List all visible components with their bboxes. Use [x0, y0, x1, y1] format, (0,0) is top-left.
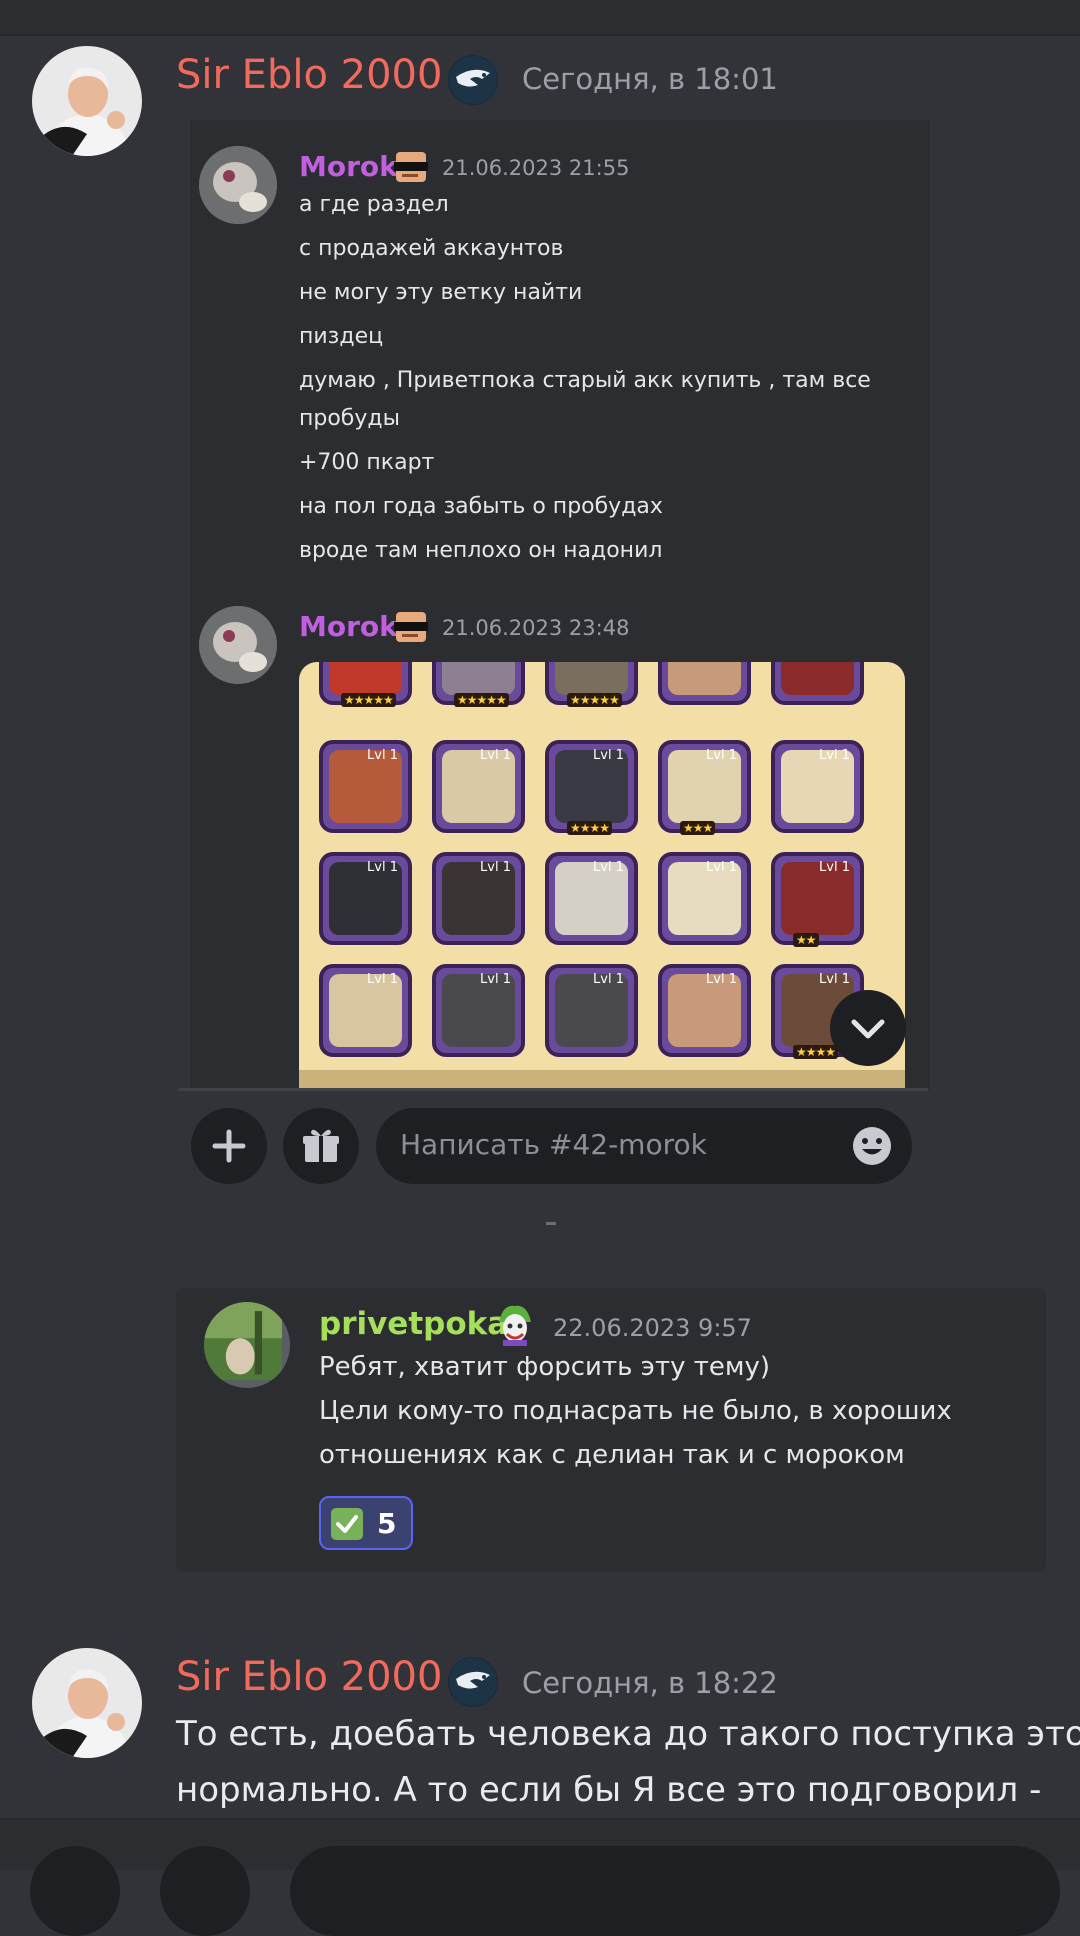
- message-line: вроде там неплохо он надонил: [299, 538, 663, 563]
- add-button[interactable]: [30, 1846, 120, 1936]
- avatar[interactable]: [204, 1302, 290, 1388]
- level-label: Lvl 1: [367, 748, 398, 763]
- avatar[interactable]: [199, 606, 277, 684]
- level-label: Lvl 1: [706, 972, 737, 987]
- timestamp: Сегодня, в 18:01: [522, 62, 778, 96]
- hero-slot: Lvl 1: [432, 740, 525, 833]
- message-line: нормально. А то если бы Я все это подгов…: [176, 1770, 1042, 1810]
- level-label: Lvl 1: [593, 860, 624, 875]
- level-label: Lvl 1: [819, 748, 850, 763]
- input-placeholder: Написать #42-morok: [400, 1128, 707, 1161]
- level-label: Lvl 1: [593, 748, 624, 763]
- hero-slot: Lvl 1: [545, 852, 638, 945]
- scroll-down-button[interactable]: [830, 990, 906, 1066]
- author-name[interactable]: Sir Eblo 2000: [176, 52, 442, 98]
- message-line: Цели кому-то поднасрать не было, в хорош…: [319, 1396, 952, 1426]
- avatar[interactable]: [32, 1648, 142, 1758]
- checkmark-icon: [331, 1508, 363, 1540]
- message-line: думаю , Приветпока старый акк купить , т…: [299, 368, 871, 393]
- sunglasses-icon: [392, 150, 430, 184]
- hero-slot: Lvl 1 ★★: [771, 852, 864, 947]
- sunglasses-icon: [392, 610, 430, 644]
- bottom-input-bar: [0, 1818, 1080, 1936]
- divider: [546, 1222, 556, 1225]
- timestamp: 21.06.2023 21:55: [442, 156, 630, 180]
- level-label: Lvl 1: [706, 748, 737, 763]
- message-line: Ребят, хватит форсить эту тему): [319, 1352, 771, 1382]
- gift-button[interactable]: [160, 1846, 250, 1936]
- message-line: пробуды: [299, 406, 400, 431]
- level-label: Lvl 1: [367, 860, 398, 875]
- plus-icon: [212, 1129, 246, 1163]
- author-name[interactable]: Sir Eblo 2000: [176, 1654, 442, 1700]
- hero-slot: ★★★★★: [545, 662, 638, 707]
- smile-icon[interactable]: [852, 1126, 892, 1166]
- hero-slot: ★★★★★: [319, 662, 412, 707]
- level-label: Lvl 1: [819, 860, 850, 875]
- timestamp: Сегодня, в 18:22: [522, 1666, 778, 1700]
- eagle-badge-icon: [448, 55, 498, 105]
- message-line: пиздец: [299, 324, 384, 349]
- avatar[interactable]: [199, 146, 277, 224]
- hero-slot: Lvl 1: [432, 964, 525, 1057]
- author-name[interactable]: Morok: [299, 150, 398, 183]
- level-label: Lvl 1: [480, 860, 511, 875]
- hero-slot: Lvl 1: [319, 852, 412, 945]
- level-label: Lvl 1: [480, 748, 511, 763]
- author-name[interactable]: Morok: [299, 610, 398, 643]
- gift-button[interactable]: [283, 1108, 359, 1184]
- level-label: Lvl 1: [593, 972, 624, 987]
- image-strip: [299, 1070, 905, 1088]
- timestamp: 22.06.2023 9:57: [553, 1314, 752, 1342]
- avatar[interactable]: [32, 46, 142, 156]
- joker-icon: [493, 1302, 537, 1346]
- timestamp: 21.06.2023 23:48: [442, 616, 630, 640]
- gift-icon: [303, 1129, 339, 1162]
- level-label: Lvl 1: [706, 860, 737, 875]
- reaction-button[interactable]: 5: [319, 1496, 413, 1550]
- message-line: на пол года забыть о пробудах: [299, 494, 663, 519]
- level-label: Lvl 1: [480, 972, 511, 987]
- message-line: +700 пкарт: [299, 450, 435, 475]
- hero-slot: Lvl 1 ★★★★: [545, 740, 638, 835]
- hero-slot: Lvl 1: [658, 964, 751, 1057]
- message-line: отношениях как с делиан так и с мороком: [319, 1440, 905, 1470]
- chevron-down-icon: [851, 1019, 885, 1039]
- level-label: Lvl 1: [819, 972, 850, 987]
- hero-slot: Lvl 1: [771, 740, 864, 833]
- attached-image[interactable]: ★★★★★ ★★★★★ ★★★★★ Lvl 1 Lvl 1 Lvl 1 ★★★★ …: [299, 662, 905, 1088]
- hero-slot: [658, 662, 751, 705]
- message-line: с продажей аккаунтов: [299, 236, 564, 261]
- message-line: То есть, доебать человека до такого пост…: [176, 1714, 1080, 1754]
- add-button[interactable]: [191, 1108, 267, 1184]
- hero-slot: Lvl 1 ★★★: [658, 740, 751, 835]
- eagle-badge-icon: [448, 1657, 498, 1707]
- hero-slot: ★★★★★: [432, 662, 525, 707]
- hero-slot: Lvl 1: [432, 852, 525, 945]
- message-line: не могу эту ветку найти: [299, 280, 583, 305]
- top-bar: [0, 0, 1080, 36]
- message-input[interactable]: [290, 1846, 1060, 1936]
- hero-slot: Lvl 1: [658, 852, 751, 945]
- divider: [178, 1088, 928, 1091]
- level-label: Lvl 1: [367, 972, 398, 987]
- message-input[interactable]: Написать #42-morok: [376, 1108, 912, 1184]
- reaction-count: 5: [377, 1507, 397, 1540]
- hero-slot: Lvl 1: [319, 964, 412, 1057]
- author-name[interactable]: privetpoka: [319, 1306, 508, 1342]
- message-line: а где раздел: [299, 192, 449, 217]
- hero-slot: Lvl 1: [319, 740, 412, 833]
- hero-slot: [771, 662, 864, 705]
- hero-slot: Lvl 1: [545, 964, 638, 1057]
